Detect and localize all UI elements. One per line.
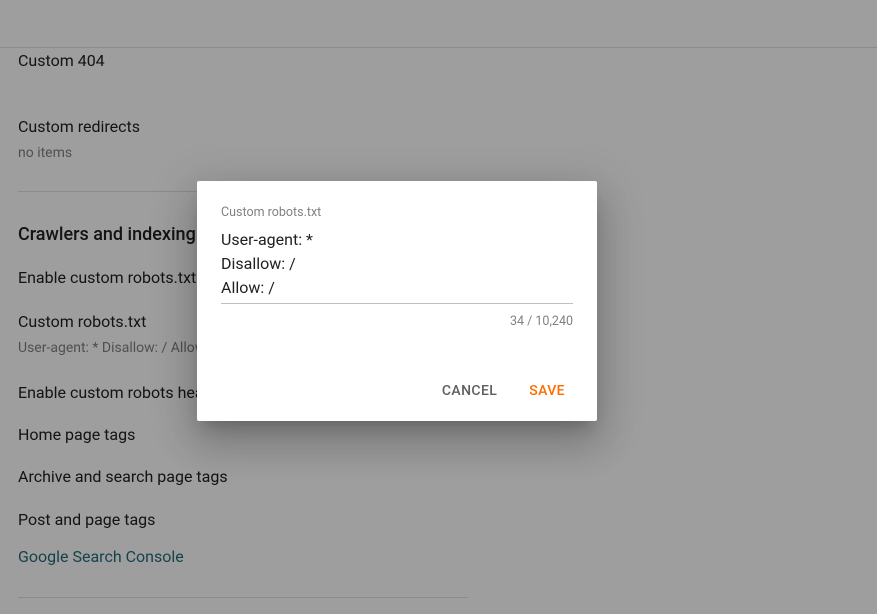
- dialog-custom-robots: Custom robots.txt 34 / 10,240 CANCEL SAV…: [197, 181, 597, 421]
- save-button[interactable]: SAVE: [525, 377, 569, 405]
- char-counter: 34 / 10,240: [221, 314, 573, 329]
- dialog-actions: CANCEL SAVE: [221, 377, 573, 405]
- field-label: Custom robots.txt: [221, 205, 573, 220]
- robots-txt-input[interactable]: [221, 228, 573, 304]
- cancel-button[interactable]: CANCEL: [438, 377, 501, 405]
